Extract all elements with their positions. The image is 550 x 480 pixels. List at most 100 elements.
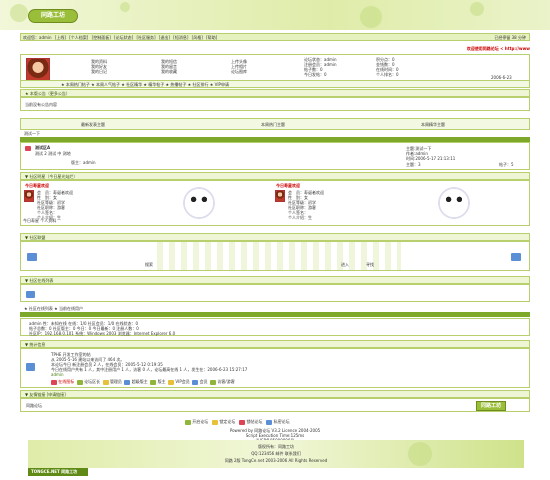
stats-panel: TPHE 开发工作室的帖 从 2005-5-16 建站以来访问了 464 次。 … xyxy=(20,348,530,388)
legend-item: VIP会员 xyxy=(175,379,190,384)
stats-line: 今日在线用户共有 1 人，其中注册用户 1 人，访客 0 人，论坛最高在线 1 … xyxy=(51,367,248,372)
profile-link[interactable]: 我的收藏 xyxy=(161,69,177,74)
mod-icon xyxy=(150,379,157,385)
legend-item: 私密论坛 xyxy=(273,419,290,424)
welcome-text: 欢迎使用同路论坛 < http://www xyxy=(466,46,530,51)
online-icon xyxy=(26,291,35,298)
area-icon xyxy=(76,379,83,385)
friendlink-logo[interactable]: 同路工坊 xyxy=(476,401,506,411)
member-icon xyxy=(192,379,199,385)
footer-logo[interactable]: TONGCE.NET 同路工坊 xyxy=(28,468,88,476)
profile-link[interactable]: 论坛图库 xyxy=(231,69,247,74)
nav-item[interactable]: [退出] xyxy=(159,34,170,41)
locked-forum-icon xyxy=(212,419,219,425)
legend-item: 会员 xyxy=(199,379,208,384)
friendlinks-panel: 同路论坛 同路工坊 xyxy=(20,398,530,412)
decor-bubble xyxy=(408,442,432,466)
alliance-panel: 搜索 进入 寻找 xyxy=(20,241,530,271)
alliance-go[interactable]: 进入 xyxy=(341,262,349,268)
nav-item[interactable]: [上线] xyxy=(55,34,66,41)
quick-links[interactable]: ★ 本周热门帖子 ★ 本周人气帖子 ★ 社区精华 ★ 精华帖子 ★ 热播帖子 ★… xyxy=(20,80,530,88)
alliance-search[interactable]: 搜索 xyxy=(145,262,153,268)
tab-elite[interactable]: 本周精华主题 xyxy=(421,122,445,128)
stats-icon xyxy=(26,363,35,371)
alliance-logos[interactable] xyxy=(151,242,401,270)
online-user[interactable]: admin xyxy=(51,372,247,377)
site-logo[interactable]: 同路工坊 xyxy=(28,9,78,23)
profile-col1: 我的资料 我的好友 我的日记 xyxy=(91,59,107,74)
admin-icon xyxy=(102,379,109,385)
birthday-caption: 今日寿星 个人资料 xyxy=(23,218,57,223)
footer-links[interactable]: 版权所有：同路工坊 xyxy=(28,444,524,450)
user-legend: 在线图标 论坛区长 管理员 超级版主 版主 VIP会员 会员 访客/游客 xyxy=(51,379,235,385)
info-line: 今日发帖：0 xyxy=(304,72,327,77)
notice-text: 当前没有公告内容 xyxy=(25,102,57,107)
friendlink-item[interactable]: 同路论坛 xyxy=(26,403,42,409)
open-forum-icon xyxy=(185,419,191,425)
legend-item: 超级版主 xyxy=(131,379,148,384)
legend-item: 访客/游客 xyxy=(217,379,235,384)
profile-col3: 上传头像 上传相片 论坛图库 xyxy=(231,59,247,74)
forum-moderator[interactable]: 版主：admin xyxy=(71,160,96,166)
nav-item[interactable]: [个人档案] xyxy=(69,34,88,41)
nav-item[interactable]: [短消息] xyxy=(173,34,188,41)
legend-item: 管理员 xyxy=(109,379,122,384)
forum-legend: 开启论坛 锁定论坛 锁帖论坛 私密论坛 xyxy=(185,419,385,425)
birthday-title-2: 今日寿星欢迎 xyxy=(276,183,300,188)
ghost-mascot-2 xyxy=(436,185,472,221)
online-header: ▼ 社区在线列表 xyxy=(20,276,530,284)
decor-bubble xyxy=(470,2,484,16)
divider-bar xyxy=(20,312,530,317)
nav-item[interactable]: [控制面板] xyxy=(92,34,111,41)
online-stat-line: 社区IP：192.168.0.101 系统：Windows 2003 浏览器：I… xyxy=(29,331,176,336)
ghost-mascot xyxy=(181,185,217,221)
private-forum-icon xyxy=(266,419,273,425)
birthday-header: ▼ 社区明星（今日星光灿烂） xyxy=(20,172,530,180)
nav-item[interactable]: [风格] xyxy=(192,34,203,41)
alliance-icon-2 xyxy=(511,253,521,261)
decor-bubble xyxy=(120,2,130,12)
site-footer: 版权所有：同路工坊 QQ:123456 邮件 联系我们 同路 2版 TongCe… xyxy=(28,440,524,468)
online-stats: admin 性：未知在线 在线：1/0 社区会员：1/0 在线状态：0 帖子总数… xyxy=(20,318,530,336)
legend-item: 锁帖论坛 xyxy=(246,419,263,424)
legend-item: 论坛区长 xyxy=(84,379,101,384)
vip-icon xyxy=(168,379,175,385)
nav-item[interactable]: [帮助] xyxy=(206,34,217,41)
profile-col2: 我的短信 我的留言 我的收藏 xyxy=(161,59,177,74)
forum-desc: 测试 2 测试 中 测地 xyxy=(35,151,71,156)
guest-icon xyxy=(210,379,217,385)
alliance-icon xyxy=(27,253,37,261)
nav-item[interactable]: 欢迎您：admin xyxy=(23,34,52,41)
birthday-title: 今日寿星欢迎 xyxy=(25,183,49,188)
birthday-fields-2: 会 员：寿诞者欢迎 性 别：女 社区等级：初学 社区职称：游客 个人签名： 个人… xyxy=(288,190,324,220)
alliance-find[interactable]: 寻找 xyxy=(366,262,374,268)
legend-item: 版主 xyxy=(157,379,166,384)
decor-bubble xyxy=(360,6,382,28)
birthday-fields: 会 员：寿诞者欢迎 性 别：女 社区等级：初学 社区职称：游客 个人签名： 个人… xyxy=(37,190,73,220)
footer-copyright: 同路 2版 TongCe.net 2003-2006 All Rights Re… xyxy=(224,458,328,463)
lockpost-forum-icon xyxy=(239,419,246,425)
profile-link[interactable]: 我的日记 xyxy=(91,69,107,74)
super-mod-icon xyxy=(124,379,131,385)
footer-contact[interactable]: QQ:123456 邮件 联系我们 xyxy=(28,451,524,457)
site-header xyxy=(0,0,550,30)
tab-latest[interactable]: 最新发表主题 xyxy=(81,122,105,128)
nav-item[interactable]: [论坛状态] xyxy=(114,34,133,41)
stats-lines: TPHE 开发工作室的帖 从 2005-5-16 建站以来访问了 464 次。 … xyxy=(51,352,247,377)
forum-posts-count: 帖子：5 xyxy=(499,162,514,167)
legend-item: 锁定论坛 xyxy=(219,419,236,424)
online-panel xyxy=(20,284,530,302)
nav-item[interactable]: [社区服务] xyxy=(136,34,155,41)
forum-topics-count: 主题：3 xyxy=(406,162,421,167)
user-info-2: 积分点：0 金钱数：0 在线时间：0 个人排名：0 xyxy=(376,57,399,77)
legend-item: 开启论坛 xyxy=(192,419,209,424)
online-icon xyxy=(51,379,57,385)
forum-status-icon xyxy=(25,146,31,151)
birthday-avatar[interactable] xyxy=(24,190,34,202)
info-line: 个人排名：0 xyxy=(376,72,399,77)
birthday-avatar-2[interactable] xyxy=(275,190,285,202)
friendlinks-header: ▼ 友情链接 [申请链接] xyxy=(20,390,530,398)
stats-header: ▼ 统计信息 xyxy=(20,340,530,348)
stay-time: 已经停留 38 分钟 xyxy=(494,35,526,40)
tab-hot[interactable]: 本周热门主题 xyxy=(261,122,285,128)
